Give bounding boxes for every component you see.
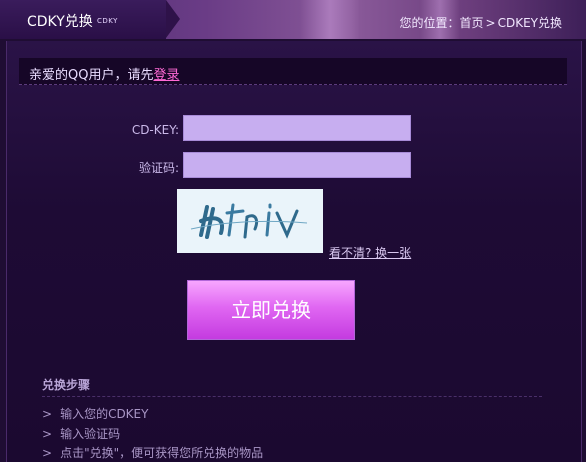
breadcrumb-separator: > xyxy=(485,16,496,30)
breadcrumb: 您的位置：首页 > CDKEY兑换 xyxy=(400,14,563,31)
main-panel: 亲爱的QQ用户，请先登录 CD-KEY: 验证码: lhtiv 看不清? 换一张… xyxy=(6,41,582,462)
breadcrumb-home-link[interactable]: 首页 xyxy=(460,16,484,30)
login-link[interactable]: 登录 xyxy=(153,68,179,83)
breadcrumb-prefix: 您的位置： xyxy=(399,16,460,30)
step-bullet: > xyxy=(42,427,53,441)
step-text: 输入您的CDKEY xyxy=(60,407,149,421)
login-bar: 亲爱的QQ用户，请先登录 xyxy=(19,58,567,85)
redeem-button[interactable]: 立即兑换 xyxy=(187,280,355,340)
steps-title: 兑换步骤 xyxy=(42,378,91,392)
breadcrumb-current: CDKEY兑换 xyxy=(497,16,562,30)
cdkey-input[interactable] xyxy=(183,115,411,141)
refresh-captcha-link[interactable]: 看不清? 换一张 xyxy=(329,244,411,261)
section-tab: CDKY兑换 CDKY xyxy=(0,0,166,39)
step-item: > 输入您的CDKEY xyxy=(42,405,148,422)
captcha-image[interactable]: lhtiv xyxy=(177,189,323,253)
login-prompt-text: 亲爱的QQ用户，请先 xyxy=(29,68,154,83)
divider xyxy=(42,396,542,397)
login-prompt: 亲爱的QQ用户，请先登录 xyxy=(29,64,179,83)
captcha-input[interactable] xyxy=(183,152,411,178)
captcha-label: 验证码: xyxy=(138,161,179,175)
step-text: 输入验证码 xyxy=(60,427,121,441)
header-bar: CDKY兑换 CDKY 您的位置：首页 > CDKEY兑换 xyxy=(0,0,586,39)
page-subtitle: CDKY xyxy=(97,17,118,25)
step-bullet: > xyxy=(42,446,53,460)
step-text: 点击"兑换"，便可获得您所兑换的物品 xyxy=(60,446,264,460)
page-title: CDKY兑换 xyxy=(27,14,93,30)
captcha-glyphs xyxy=(190,203,308,239)
step-bullet: > xyxy=(42,407,53,421)
header-decoration xyxy=(300,0,360,39)
cdkey-label: CD-KEY: xyxy=(131,123,179,137)
step-item: > 点击"兑换"，便可获得您所兑换的物品 xyxy=(42,444,263,461)
tab-arrow-decoration xyxy=(166,0,180,38)
step-item: > 输入验证码 xyxy=(42,425,120,442)
